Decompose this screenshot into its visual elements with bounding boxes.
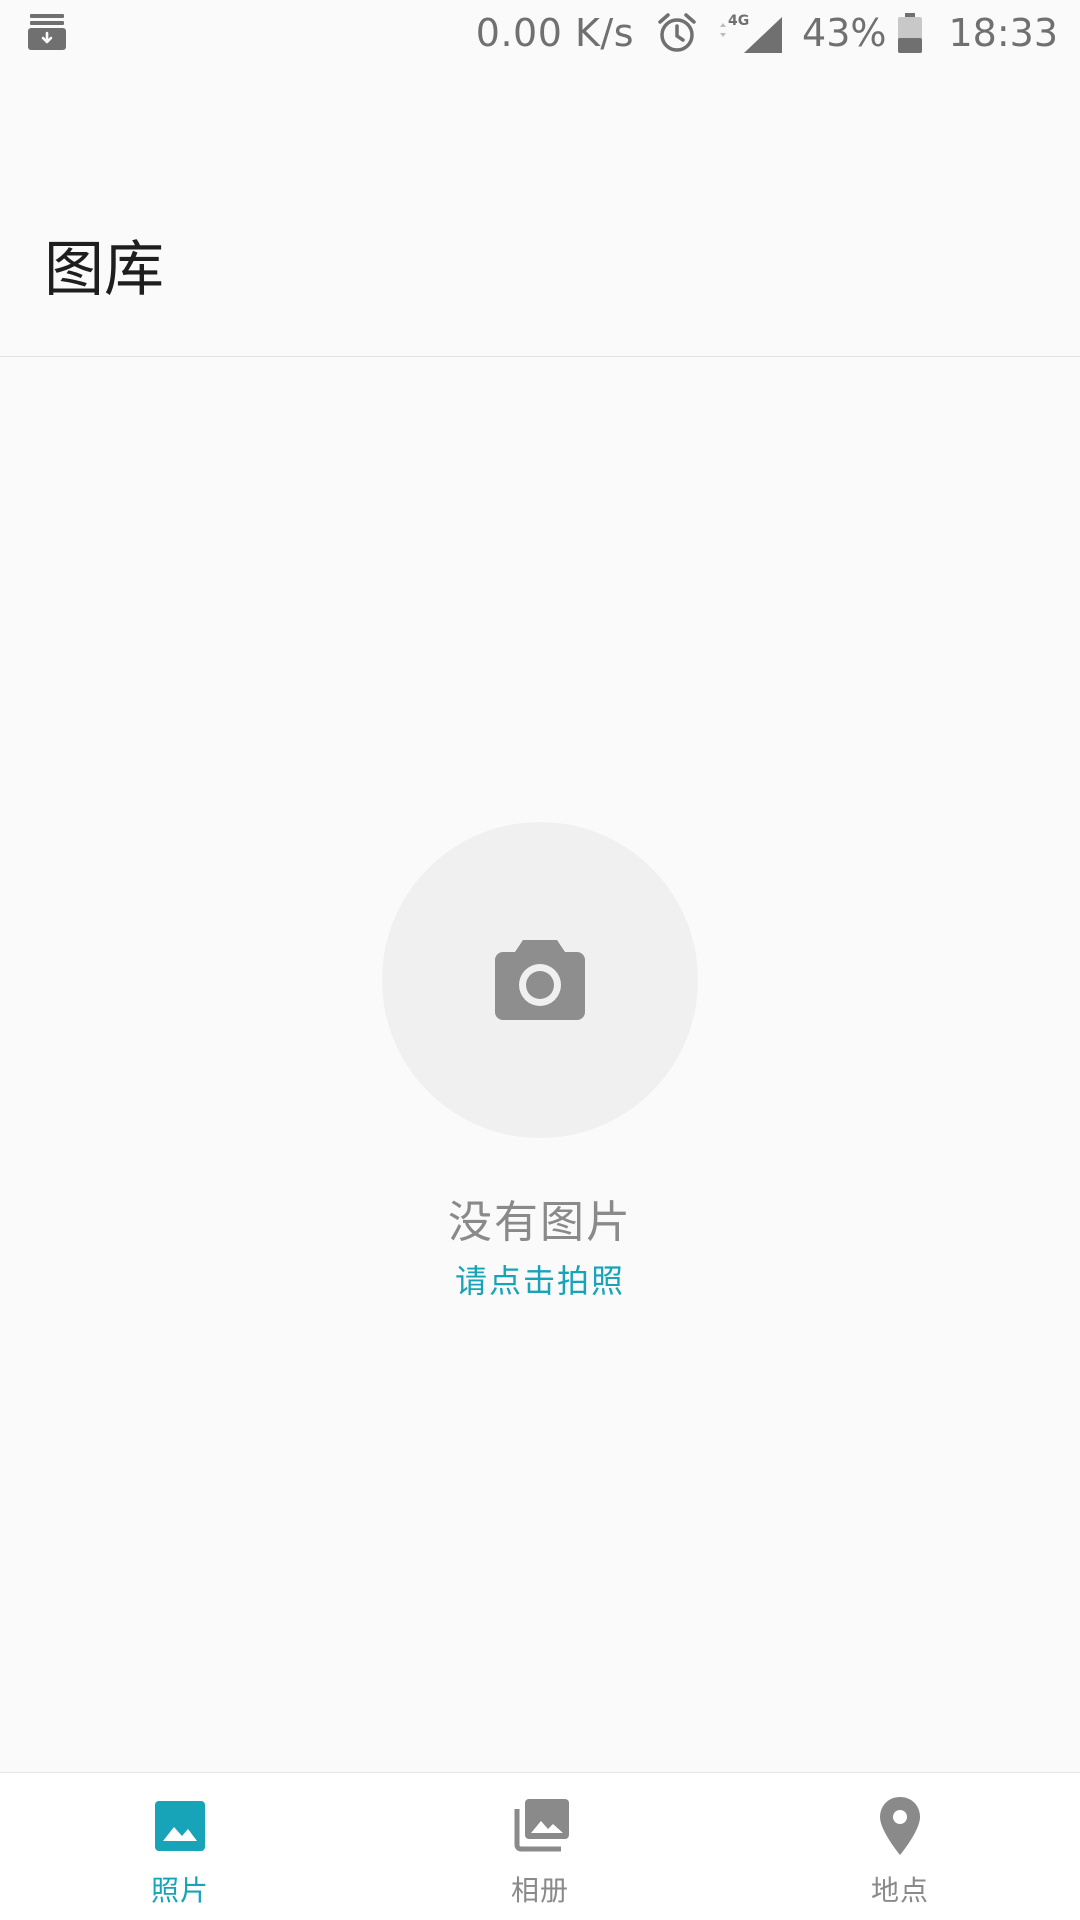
download-notification-icon: [28, 14, 66, 50]
nav-item-albums[interactable]: 相册: [360, 1773, 720, 1920]
albums-icon: [514, 1799, 569, 1852]
gallery-screen: 0.00 K/s 4G 43% 18:33 图库 没有图片 请点击拍照 照片 相…: [0, 0, 1080, 1920]
nav-item-photos[interactable]: 照片: [0, 1773, 360, 1920]
network-speed: 0.00 K/s: [475, 11, 635, 55]
nav-label-albums: 相册: [510, 1874, 569, 1907]
take-photo-link[interactable]: 请点击拍照: [0, 1256, 1080, 1302]
app-bar: 图库: [0, 66, 1080, 357]
nav-item-places[interactable]: 地点: [720, 1773, 1080, 1920]
location-pin-icon: [880, 1797, 920, 1855]
status-bar: 0.00 K/s 4G 43% 18:33: [0, 0, 1080, 66]
nav-label-places: 地点: [870, 1874, 929, 1907]
empty-state-title: 没有图片: [448, 1197, 632, 1248]
battery-icon: [898, 13, 923, 53]
status-indicators: 0.00 K/s 4G 43% 18:33: [476, 8, 1058, 58]
photo-icon: [155, 1801, 205, 1851]
bottom-navigation: 照片 相册 地点: [0, 1772, 1080, 1920]
battery-percent: 43%: [802, 11, 887, 55]
network-type-label: 4G: [728, 13, 749, 29]
signal-icon: 4G: [720, 13, 783, 53]
alarm-icon: [658, 13, 696, 52]
nav-label-photos: 照片: [150, 1874, 209, 1907]
page-title: 图库: [44, 235, 164, 305]
camera-icon[interactable]: [490, 930, 590, 1030]
battery-fill: [898, 38, 923, 53]
clock: 18:33: [948, 11, 1058, 55]
